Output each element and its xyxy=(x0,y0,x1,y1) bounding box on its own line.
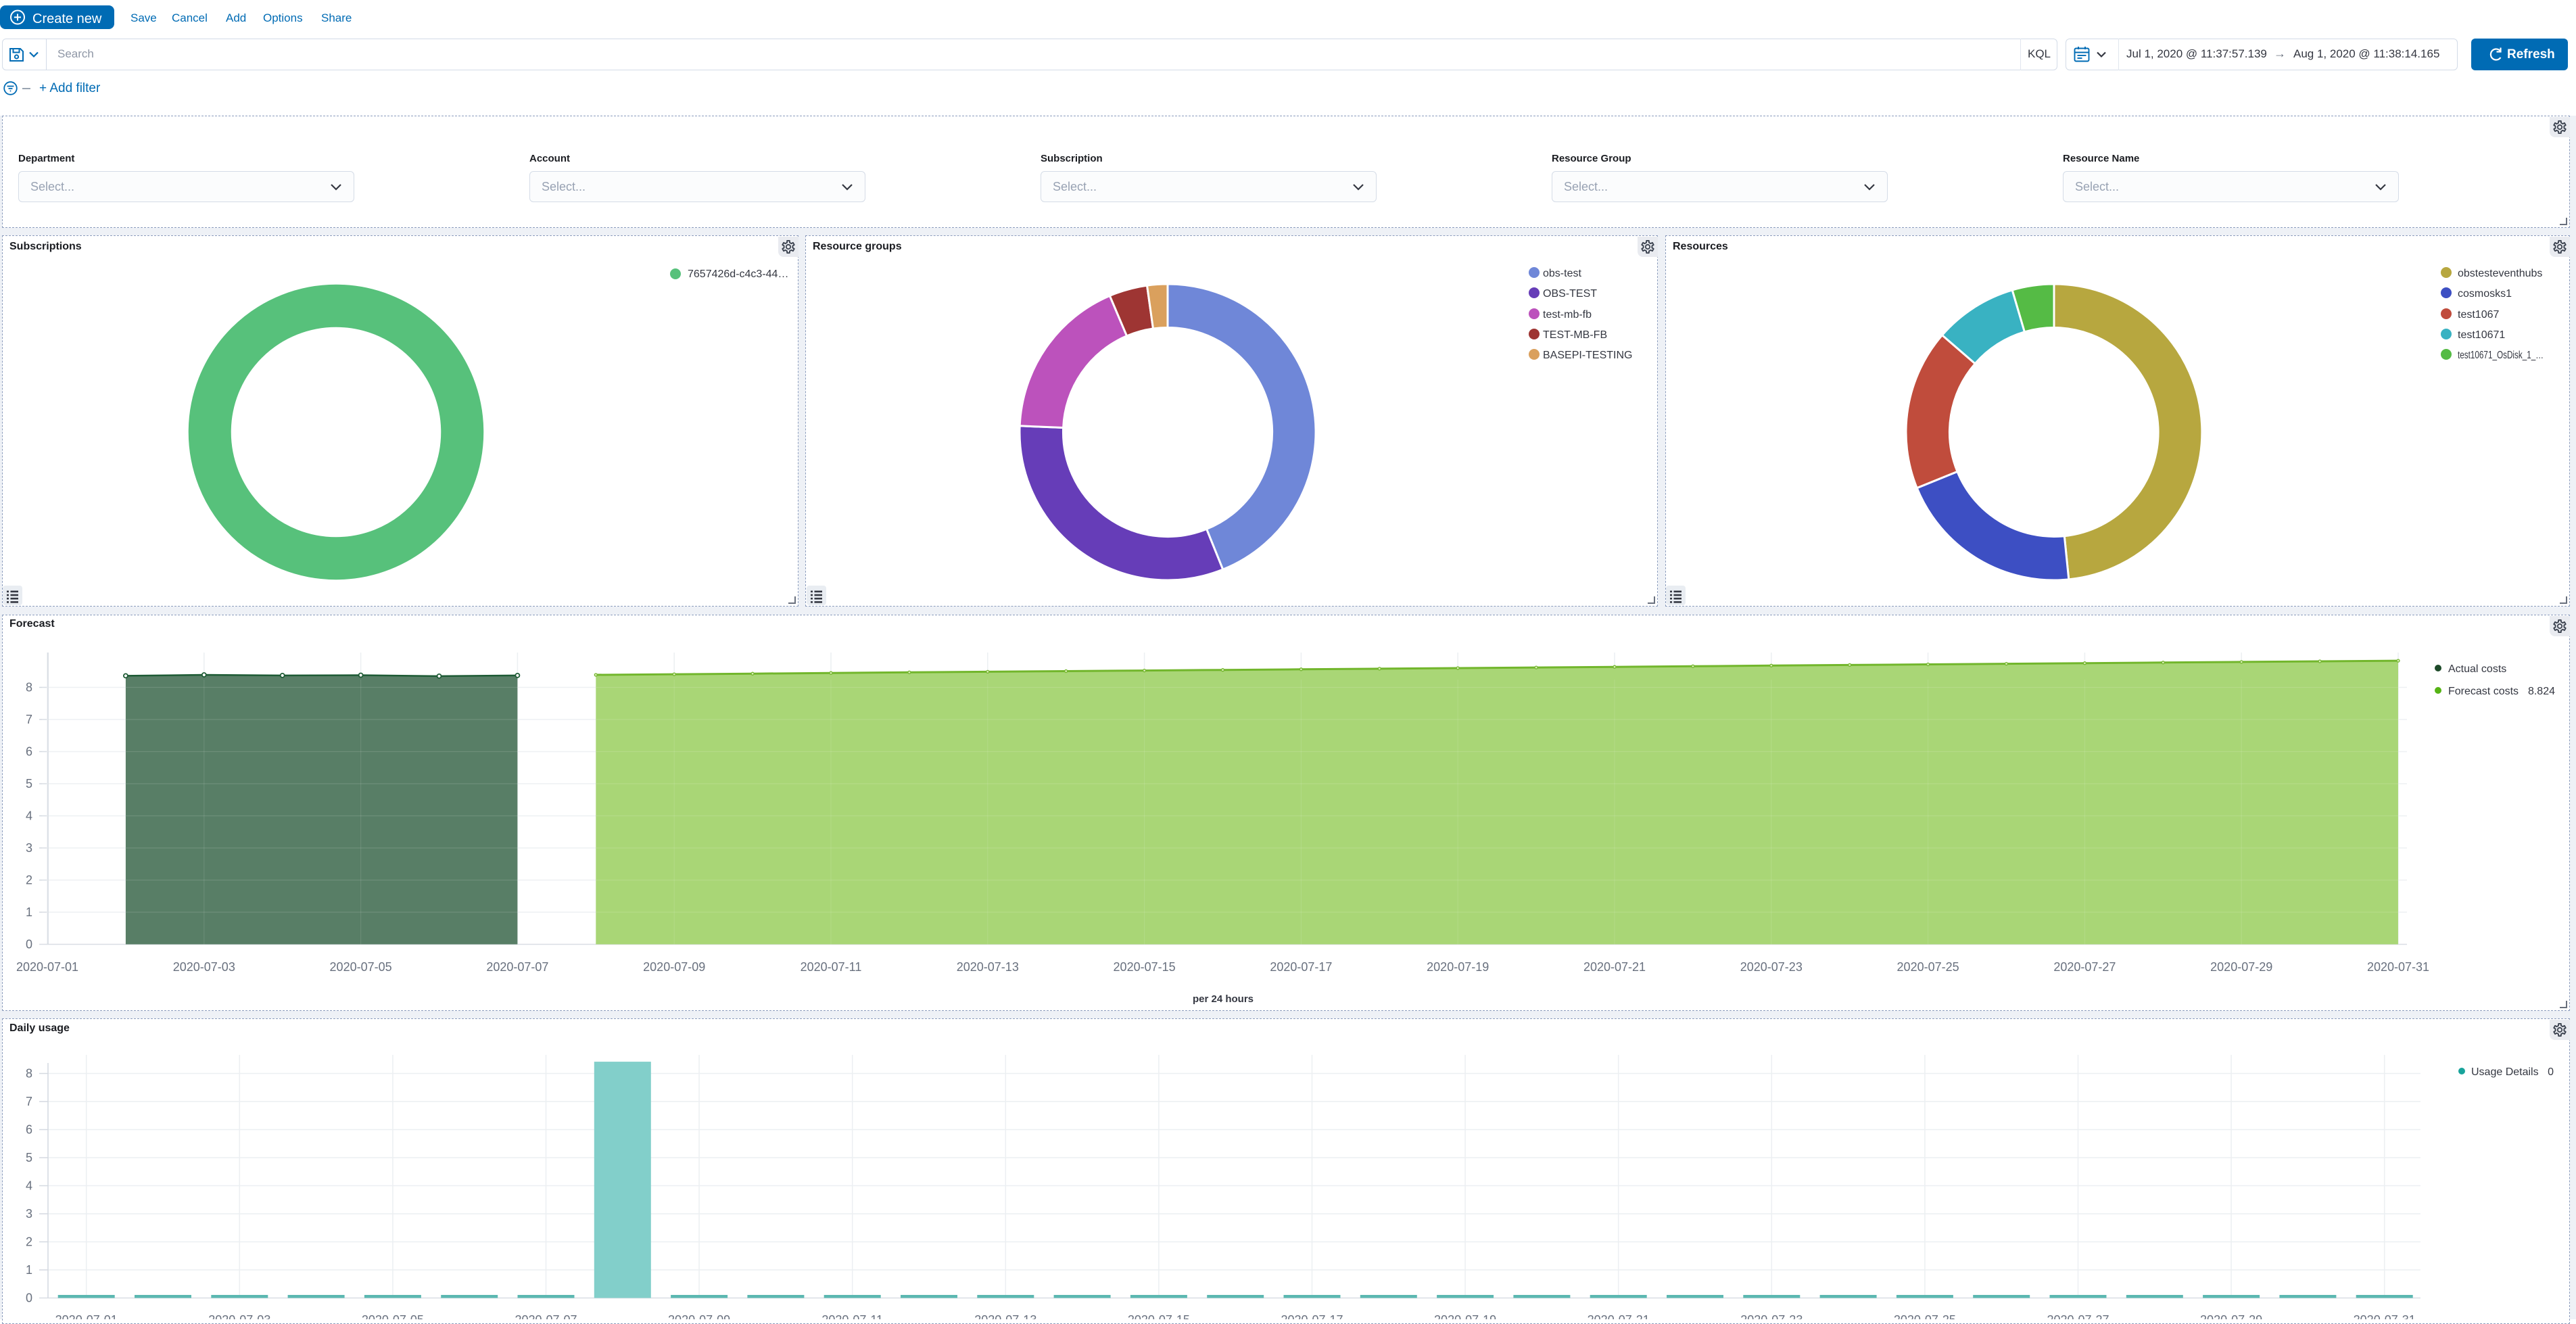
svg-text:7: 7 xyxy=(26,713,32,726)
svg-text:3: 3 xyxy=(26,1207,32,1221)
svg-text:2: 2 xyxy=(26,1235,32,1249)
svg-text:2020-07-11: 2020-07-11 xyxy=(821,1313,883,1319)
svg-text:1: 1 xyxy=(26,905,32,919)
svg-text:2020-07-17: 2020-07-17 xyxy=(1270,960,1332,974)
svg-text:2020-07-13: 2020-07-13 xyxy=(974,1313,1036,1319)
svg-text:BASEPI-TESTING: BASEPI-TESTING xyxy=(1543,350,1632,361)
svg-text:7657426d-c4c3-44…: 7657426d-c4c3-44… xyxy=(688,268,788,280)
svg-text:8: 8 xyxy=(26,681,32,694)
svg-text:test-mb-fb: test-mb-fb xyxy=(1543,309,1592,321)
svg-text:2020-07-01: 2020-07-01 xyxy=(16,960,78,974)
svg-text:Actual costs: Actual costs xyxy=(2448,663,2506,675)
svg-text:2020-07-09: 2020-07-09 xyxy=(668,1313,730,1319)
svg-text:5: 5 xyxy=(26,1151,32,1164)
svg-text:2020-07-29: 2020-07-29 xyxy=(2210,960,2272,974)
svg-text:2020-07-25: 2020-07-25 xyxy=(1897,960,1959,974)
svg-text:3: 3 xyxy=(26,841,32,855)
svg-text:0: 0 xyxy=(26,1292,32,1305)
svg-text:5: 5 xyxy=(26,777,32,790)
svg-text:test10671_OsDisk_1_…: test10671_OsDisk_1_… xyxy=(2458,350,2544,361)
svg-text:OBS-TEST: OBS-TEST xyxy=(1543,288,1597,300)
svg-text:2020-07-19: 2020-07-19 xyxy=(1434,1313,1496,1319)
svg-text:2: 2 xyxy=(26,874,32,887)
svg-text:2020-07-05: 2020-07-05 xyxy=(362,1313,424,1319)
svg-text:2020-07-31: 2020-07-31 xyxy=(2354,1313,2416,1319)
svg-text:obstesteventhubs: obstesteventhubs xyxy=(2458,268,2542,279)
svg-text:2020-07-25: 2020-07-25 xyxy=(1894,1313,1956,1319)
svg-text:per 24 hours: per 24 hours xyxy=(1193,993,1254,1005)
svg-text:Usage Details: Usage Details xyxy=(2471,1066,2539,1078)
svg-text:6: 6 xyxy=(26,745,32,759)
svg-text:2020-07-15: 2020-07-15 xyxy=(1128,1313,1190,1319)
svg-text:2020-07-21: 2020-07-21 xyxy=(1583,960,1646,974)
svg-text:2020-07-07: 2020-07-07 xyxy=(515,1313,577,1319)
svg-text:test10671: test10671 xyxy=(2458,329,2505,341)
svg-text:0: 0 xyxy=(2548,1066,2554,1078)
svg-text:0: 0 xyxy=(26,938,32,951)
svg-text:Forecast costs: Forecast costs xyxy=(2448,686,2519,697)
svg-text:2020-07-13: 2020-07-13 xyxy=(957,960,1019,974)
svg-text:2020-07-11: 2020-07-11 xyxy=(801,960,862,974)
svg-text:cosmosks1: cosmosks1 xyxy=(2458,288,2512,300)
svg-text:6: 6 xyxy=(26,1123,32,1137)
svg-text:8.824: 8.824 xyxy=(2528,686,2555,697)
svg-text:2020-07-15: 2020-07-15 xyxy=(1114,960,1176,974)
svg-text:4: 4 xyxy=(26,809,32,823)
svg-text:2020-07-17: 2020-07-17 xyxy=(1281,1313,1343,1319)
svg-text:2020-07-23: 2020-07-23 xyxy=(1740,960,1803,974)
svg-text:2020-07-27: 2020-07-27 xyxy=(2047,1313,2109,1319)
svg-text:2020-07-09: 2020-07-09 xyxy=(643,960,705,974)
svg-text:2020-07-27: 2020-07-27 xyxy=(2053,960,2116,974)
svg-text:2020-07-03: 2020-07-03 xyxy=(173,960,235,974)
svg-text:2020-07-07: 2020-07-07 xyxy=(486,960,548,974)
svg-text:2020-07-05: 2020-07-05 xyxy=(330,960,392,974)
svg-text:2020-07-21: 2020-07-21 xyxy=(1588,1313,1650,1319)
svg-text:TEST-MB-FB: TEST-MB-FB xyxy=(1543,329,1607,341)
svg-text:2020-07-31: 2020-07-31 xyxy=(2367,960,2429,974)
svg-text:1: 1 xyxy=(26,1263,32,1277)
svg-text:test1067: test1067 xyxy=(2458,309,2499,321)
svg-text:4: 4 xyxy=(26,1179,32,1193)
svg-text:8: 8 xyxy=(26,1067,32,1081)
svg-text:2020-07-29: 2020-07-29 xyxy=(2200,1313,2262,1319)
svg-text:obs-test: obs-test xyxy=(1543,268,1581,279)
svg-text:7: 7 xyxy=(26,1095,32,1108)
svg-text:2020-07-01: 2020-07-01 xyxy=(55,1313,118,1319)
svg-text:2020-07-23: 2020-07-23 xyxy=(1740,1313,1803,1319)
svg-text:2020-07-03: 2020-07-03 xyxy=(208,1313,270,1319)
svg-text:2020-07-19: 2020-07-19 xyxy=(1427,960,1489,974)
